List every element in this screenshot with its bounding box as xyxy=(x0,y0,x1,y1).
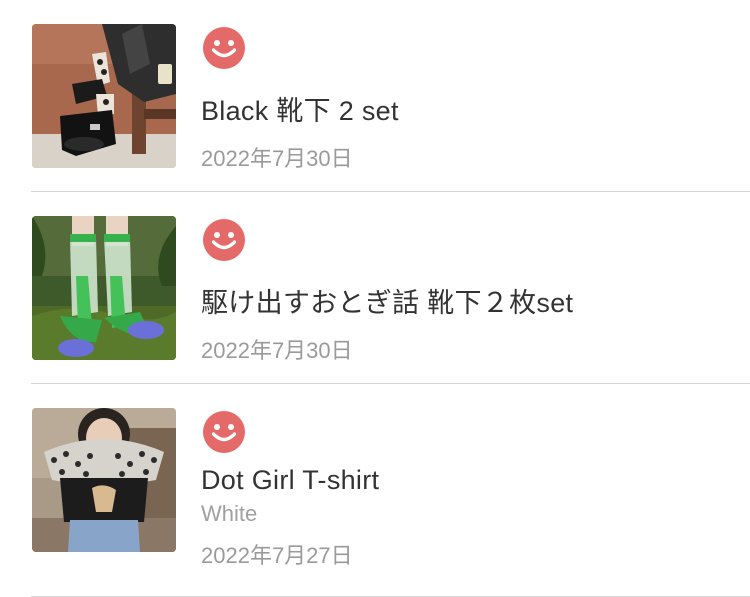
product-thumbnail[interactable] xyxy=(32,408,176,552)
smiley-face-icon xyxy=(203,27,245,69)
product-title: Dot Girl T-shirt xyxy=(201,465,380,495)
product-thumbnail[interactable] xyxy=(32,216,176,360)
product-title: 駆け出すおとぎ話 靴下２枚set xyxy=(201,288,574,318)
review-history-list: Black 靴下 2 set 2022年7月30日 駆け出すおとぎ話 靴下２枚s… xyxy=(0,0,750,597)
purchase-date: 2022年7月30日 xyxy=(201,338,353,363)
list-item[interactable]: 駆け出すおとぎ話 靴下２枚set 2022年7月30日 xyxy=(0,192,750,384)
smiley-face-icon xyxy=(203,219,245,261)
product-title: Black 靴下 2 set xyxy=(201,96,399,126)
list-item[interactable]: Black 靴下 2 set 2022年7月30日 xyxy=(0,0,750,192)
purchase-date: 2022年7月30日 xyxy=(201,146,353,171)
purchase-date: 2022年7月27日 xyxy=(201,543,353,568)
smiley-face-icon xyxy=(203,411,245,453)
list-item[interactable]: Dot Girl T-shirt White 2022年7月27日 xyxy=(0,384,750,597)
product-variant: White xyxy=(201,501,258,526)
product-thumbnail[interactable] xyxy=(32,24,176,168)
